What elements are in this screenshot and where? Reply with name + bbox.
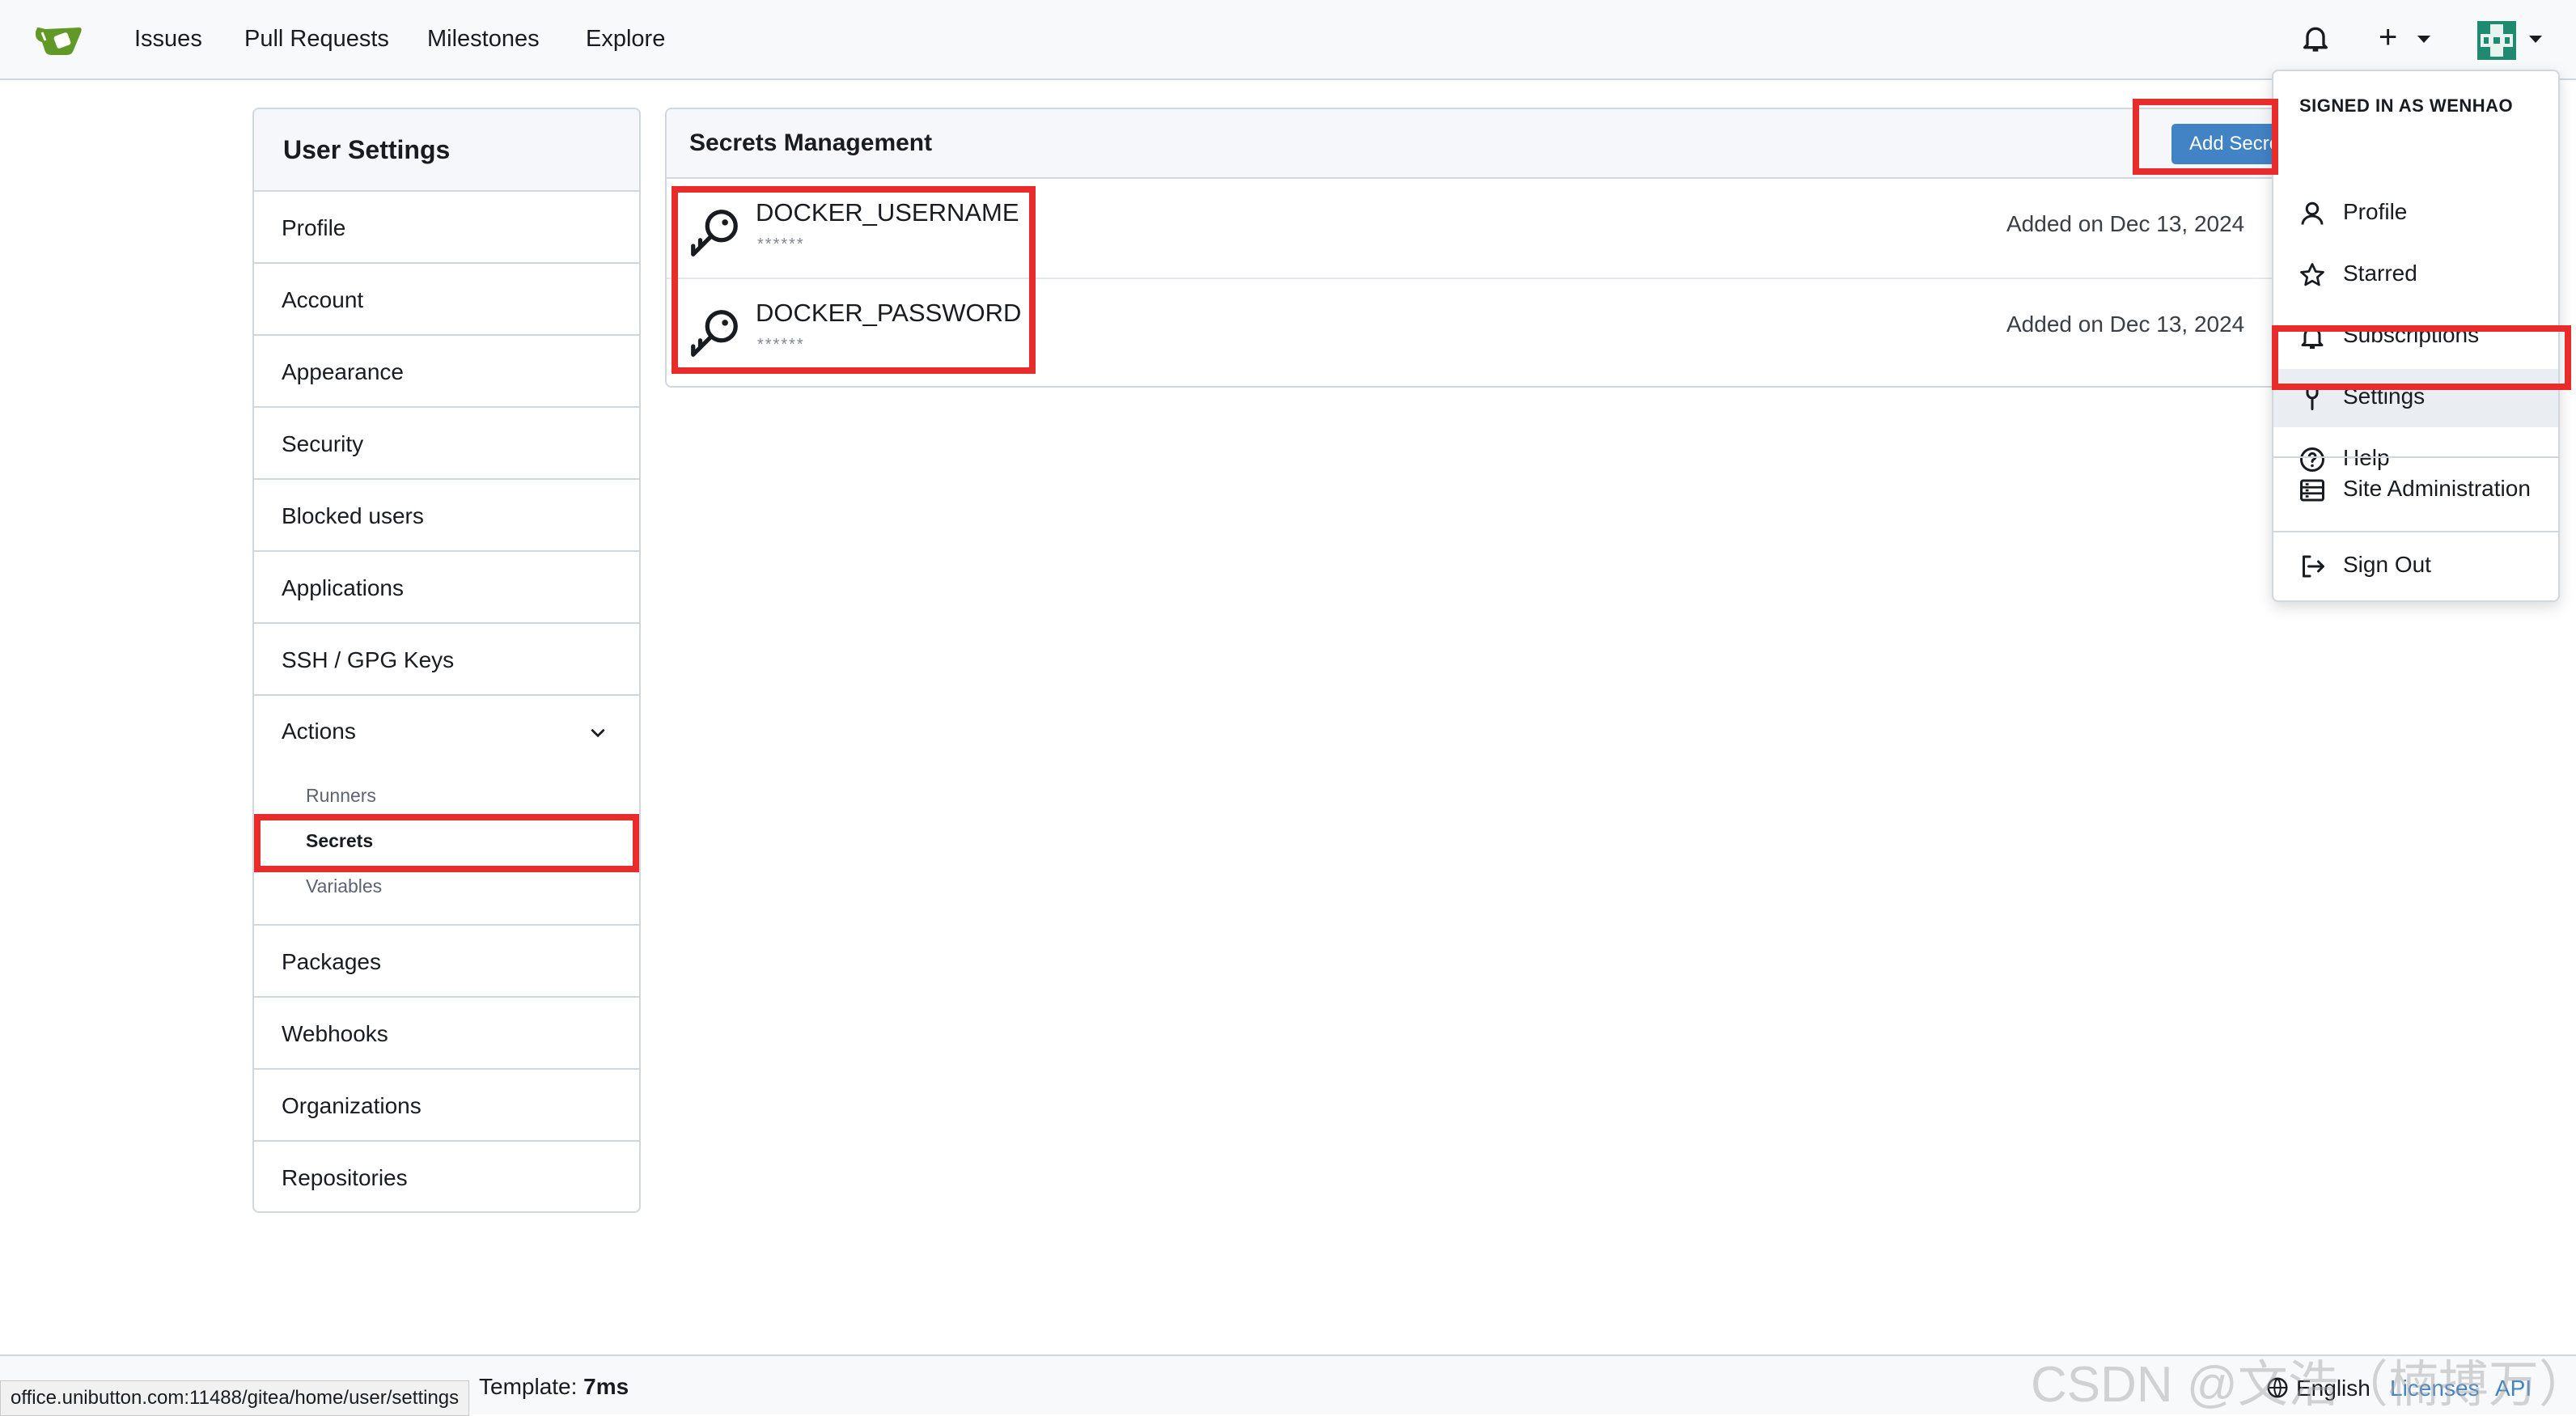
dropdown-item-label: Starred bbox=[2343, 261, 2417, 286]
nav-pull-requests-link[interactable]: Pull Requests bbox=[244, 26, 389, 53]
sidebar-item-ssh-gpg-keys[interactable]: SSH / GPG Keys bbox=[254, 624, 639, 696]
panel-header: Secrets Management Add Secret bbox=[667, 109, 2282, 179]
create-plus-icon[interactable]: + bbox=[2379, 21, 2397, 53]
dropdown-divider bbox=[2273, 456, 2558, 458]
sidebar-subitem-runners[interactable]: Runners bbox=[306, 785, 376, 807]
sidebar-item-applications[interactable]: Applications bbox=[254, 552, 639, 624]
csdn-watermark: CSDN @文浩（楠搏万） bbox=[2031, 1357, 2576, 1413]
nav-milestones-link[interactable]: Milestones bbox=[427, 26, 540, 53]
sidebar-item-appearance[interactable]: Appearance bbox=[254, 336, 639, 408]
sidebar-item-packages[interactable]: Packages bbox=[254, 926, 639, 998]
gitea-logo-icon[interactable] bbox=[34, 19, 87, 58]
dropdown-item-site-administration[interactable]: Site Administration bbox=[2273, 461, 2558, 519]
notification-bell-icon[interactable] bbox=[2299, 21, 2332, 55]
panel-title: Secrets Management bbox=[689, 129, 933, 156]
chevron-down-icon[interactable] bbox=[587, 722, 608, 743]
sidebar-item-account[interactable]: Account bbox=[254, 264, 639, 336]
star-icon bbox=[2300, 263, 2324, 286]
sidebar-subitem-variables[interactable]: Variables bbox=[306, 875, 382, 897]
sidebar-item-repositories[interactable]: Repositories bbox=[254, 1142, 639, 1211]
sidebar-item-webhooks[interactable]: Webhooks bbox=[254, 998, 639, 1070]
secret-added-date: Added on Dec 13, 2024 bbox=[2006, 211, 2245, 236]
sidebar-item-organizations[interactable]: Organizations bbox=[254, 1070, 639, 1142]
status-url-tooltip: office.unibutton.com:11488/gitea/home/us… bbox=[0, 1380, 470, 1416]
dropdown-item-label: Sign Out bbox=[2343, 552, 2431, 577]
dropdown-item-profile[interactable]: Profile bbox=[2273, 184, 2558, 243]
signed-in-header: SIGNED IN AS WENHAO bbox=[2299, 95, 2514, 116]
dropdown-item-sign-out[interactable]: Sign Out bbox=[2273, 537, 2558, 596]
secret-added-date: Added on Dec 13, 2024 bbox=[2006, 312, 2245, 337]
sidebar-actions-group: Actions Runners Secrets Variables bbox=[254, 696, 639, 926]
annotation-box-secrets bbox=[672, 186, 1036, 374]
annotation-box-secrets-menu bbox=[254, 814, 639, 872]
top-navbar: Issues Pull Requests Milestones Explore … bbox=[0, 0, 2576, 80]
sign-out-icon bbox=[2303, 555, 2324, 578]
dropdown-item-label: Profile bbox=[2343, 199, 2408, 224]
sidebar-item-blocked-users[interactable]: Blocked users bbox=[254, 480, 639, 552]
nav-explore-link[interactable]: Explore bbox=[586, 26, 665, 53]
dropdown-item-label: Site Administration bbox=[2343, 476, 2531, 501]
annotation-box-settings bbox=[2272, 325, 2571, 390]
sidebar-item-security[interactable]: Security bbox=[254, 408, 639, 480]
user-settings-sidebar: User Settings Profile Account Appearance… bbox=[252, 108, 641, 1213]
avatar-caret-icon[interactable] bbox=[2529, 36, 2542, 43]
user-avatar[interactable] bbox=[2477, 21, 2516, 60]
sidebar-title: User Settings bbox=[254, 109, 639, 192]
dropdown-item-starred[interactable]: Starred bbox=[2273, 246, 2558, 304]
create-caret-icon[interactable] bbox=[2417, 36, 2430, 43]
annotation-box-add-button bbox=[2133, 99, 2278, 175]
sidebar-item-profile[interactable]: Profile bbox=[254, 192, 639, 264]
server-icon bbox=[2300, 479, 2324, 502]
nav-issues-link[interactable]: Issues bbox=[134, 26, 202, 53]
person-icon bbox=[2301, 201, 2324, 225]
template-timing: Template: 7ms bbox=[479, 1374, 629, 1399]
dropdown-divider bbox=[2273, 531, 2558, 532]
sidebar-item-actions[interactable]: Actions bbox=[282, 719, 356, 744]
